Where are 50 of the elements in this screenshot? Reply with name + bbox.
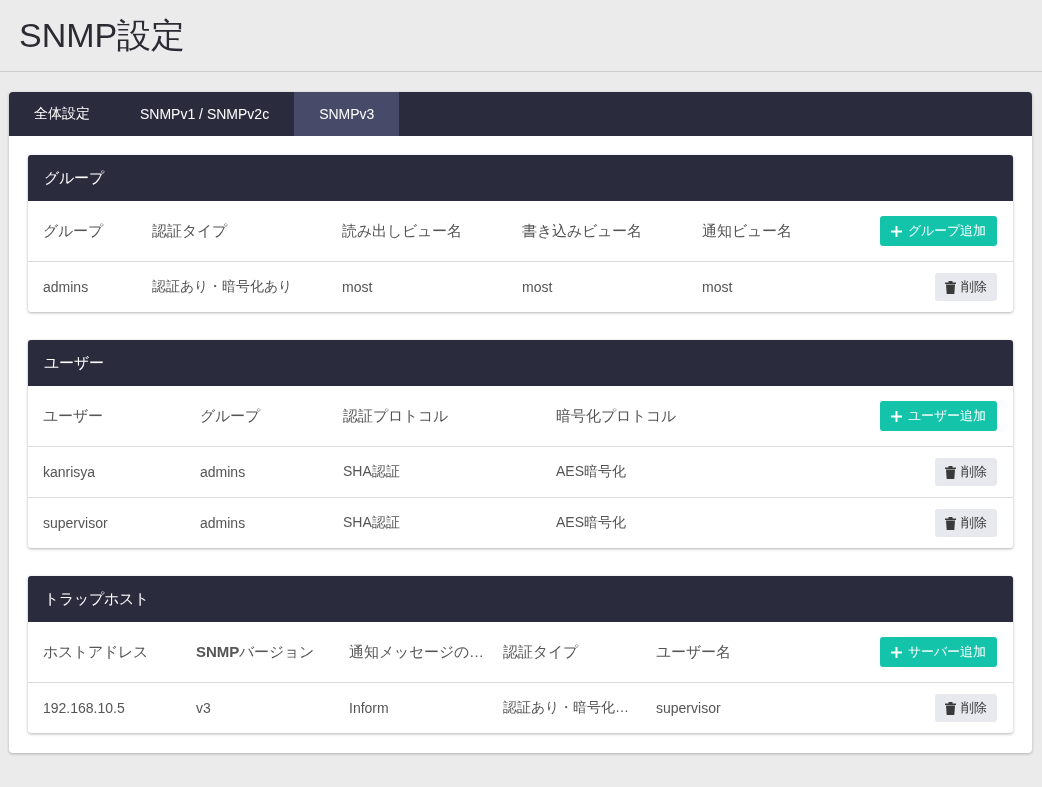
delete-button[interactable]: 削除 — [935, 694, 997, 722]
tab[interactable]: SNMPv3 — [294, 92, 400, 136]
trash-icon — [945, 465, 956, 479]
trash-icon — [945, 701, 956, 715]
section-title: グループ — [44, 168, 104, 188]
section-title: トラップホスト — [44, 589, 149, 609]
table-cell-text: admins — [43, 279, 90, 295]
page-title: SNMP設定 — [19, 14, 186, 56]
table-cell-text: SHA認証 — [343, 463, 401, 481]
column-header: 書き込みビュー名 — [522, 221, 643, 241]
table-cell-text: most — [702, 279, 734, 295]
table-cell-text: 192.168.10.5 — [43, 700, 126, 716]
table-cell-text: most — [342, 279, 374, 295]
tab[interactable]: 全体設定 — [9, 92, 115, 136]
column-header: SNMPバージョン — [196, 642, 316, 662]
column-header: グループ — [200, 406, 262, 426]
column-header: ユーザー名 — [656, 642, 732, 662]
column-header: ホストアドレス — [43, 642, 149, 662]
column-header: 読み出しビュー名 — [342, 221, 463, 241]
trash-icon — [945, 516, 956, 530]
table-cell-text: admins — [200, 515, 247, 531]
column-header: 暗号化プロトコル — [556, 406, 677, 426]
trash-icon — [945, 280, 956, 294]
column-header: 通知メッセージの… — [349, 642, 485, 662]
table-cell-text: v3 — [196, 700, 212, 716]
section-title: ユーザー — [44, 353, 104, 373]
plus-icon — [891, 410, 902, 422]
column-header: 認証タイプ — [503, 642, 580, 662]
table-cell-text: AES暗号化 — [556, 463, 627, 481]
table-cell-text: kanrisya — [43, 464, 97, 480]
column-header: ユーザー — [43, 406, 104, 426]
delete-button[interactable]: 削除 — [935, 458, 997, 486]
column-header: 通知ビュー名 — [702, 221, 793, 241]
table-cell-text: AES暗号化 — [556, 514, 627, 532]
delete-button[interactable]: 削除 — [935, 273, 997, 301]
column-header: グループ — [43, 221, 105, 241]
table-cell-text: supervisor — [43, 515, 109, 531]
table-cell-text: most — [522, 279, 554, 295]
table-cell-text: 認証あり・暗号化あり — [152, 278, 293, 296]
tab[interactable]: SNMPv1 / SNMPv2c — [115, 92, 295, 136]
column-header: 認証タイプ — [152, 221, 229, 241]
plus-icon — [891, 225, 902, 237]
table-cell-text: Inform — [349, 700, 390, 716]
delete-button[interactable]: 削除 — [935, 509, 997, 537]
table-cell-text: SHA認証 — [343, 514, 401, 532]
table-cell-text: 認証あり・暗号化… — [503, 699, 630, 717]
table-cell-text: admins — [200, 464, 247, 480]
column-header: 認証プロトコル — [343, 406, 449, 426]
table-cell-text: supervisor — [656, 700, 722, 716]
plus-icon — [891, 646, 902, 658]
